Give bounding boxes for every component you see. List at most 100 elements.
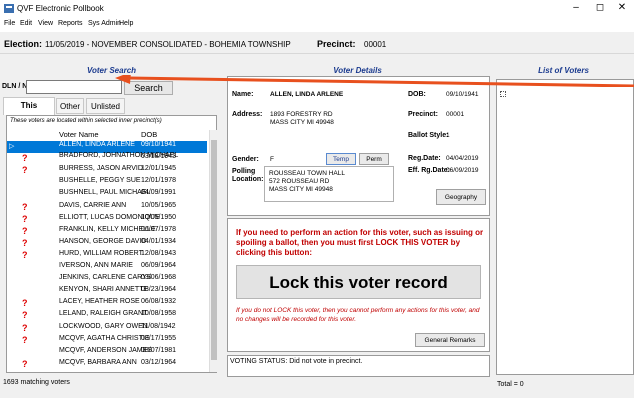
voter-details-box: Name: ALLEN, LINDA ARLENE DOB: 09/10/194…	[227, 76, 490, 216]
list-scrollbar[interactable]	[209, 130, 217, 372]
row-dob: 06/08/1932	[141, 298, 177, 306]
perm-button[interactable]: Perm	[359, 153, 389, 165]
table-row[interactable]: ? BURRESS, JASON ARVID 12/01/1945	[7, 165, 207, 177]
row-dob: 12/01/1945	[141, 165, 177, 173]
menu-bar: File Edit View Reports Sys Admin Help	[0, 18, 634, 32]
title-bar: QVF Electronic Pollbook – ◻ ✕	[0, 0, 634, 18]
row-dob: 04/09/1991	[141, 189, 177, 197]
question-flag-icon: ?	[22, 153, 28, 164]
close-button[interactable]: ✕	[614, 2, 630, 13]
row-dob: 06/07/1978	[141, 225, 177, 233]
table-row[interactable]: BUSHELLE, PEGGY SUE 12/01/1978	[7, 177, 207, 189]
table-row[interactable]: ? MCQVF, AGATHA CHRISTIE 08/17/1955	[7, 335, 207, 347]
election-label: Election:	[4, 39, 43, 49]
table-row[interactable]: ? MCQVF, BARBARA ANN 03/12/1964	[7, 359, 207, 371]
row-dob: 06/09/1964	[141, 262, 177, 269]
table-row[interactable]: ? LACEY, HEATHER ROSE 06/08/1932	[7, 298, 207, 310]
ballot-style-value: 1	[446, 132, 450, 139]
lock-voter-record-button[interactable]: Lock this voter record	[236, 265, 481, 299]
scrollbar-thumb[interactable]	[211, 140, 217, 360]
row-dob: 10/08/1958	[141, 310, 177, 318]
row-dob: 03/18/1943	[141, 153, 177, 161]
row-dob: 08/23/1964	[141, 286, 177, 294]
general-remarks-button[interactable]: General Remarks	[415, 333, 485, 347]
row-dob: 11/08/1942	[141, 322, 176, 330]
app-icon	[4, 4, 14, 13]
address-line1: 1893 FORESTRY RD	[270, 111, 333, 118]
col-dob[interactable]: DOB	[141, 130, 157, 140]
table-row[interactable]: ? HANSON, GEORGE DAVID 04/01/1934	[7, 238, 207, 250]
voters-total: Total = 0	[497, 381, 524, 388]
row-dob: 08/07/1981	[141, 346, 177, 354]
minimize-button[interactable]: –	[568, 2, 584, 13]
polling-line1: ROUSSEAU TOWN HALL	[269, 170, 345, 177]
gender-value: F	[270, 156, 274, 163]
row-dob: 08/17/1955	[141, 334, 177, 342]
question-flag-icon: ?	[22, 249, 28, 260]
lock-notice-text: If you do not LOCK this voter, then you …	[236, 307, 480, 323]
question-flag-icon: ?	[22, 310, 28, 321]
col-voter-name[interactable]: Voter Name	[59, 130, 99, 140]
table-row[interactable]: ? HURD, WILLIAM ROBERT 12/08/1943	[7, 250, 207, 262]
row-pointer-icon: ▷	[9, 143, 15, 150]
lock-warning-text: If you need to perform an action for thi…	[236, 228, 484, 257]
matching-count: 1693 matching voters	[3, 379, 70, 386]
table-row[interactable]: IVERSON, ANN MARIE 06/09/1964	[7, 262, 207, 274]
annotation-arrow-icon	[115, 75, 634, 87]
row-dob: 03/12/1964	[141, 358, 177, 366]
polling-line2: 572 ROUSSEAU RD	[269, 178, 330, 185]
list-focus-marker	[500, 91, 506, 97]
question-flag-icon: ?	[22, 213, 28, 224]
search-input[interactable]	[26, 80, 122, 94]
polling-label: Polling	[232, 168, 256, 175]
menu-help[interactable]: Help	[119, 20, 133, 27]
table-row[interactable]: ? BRADFORD, JOHNATHON MICHAEL 03/18/1943	[7, 152, 207, 165]
question-flag-icon: ?	[22, 201, 28, 212]
tab-this-precinct[interactable]: This Precinct	[3, 97, 55, 125]
voting-status: VOTING STATUS: Did not vote in precinct.	[227, 355, 490, 377]
question-flag-icon: ?	[22, 165, 28, 176]
table-row[interactable]: ? ELLIOTT, LUCAS DOMONIQUE 10/05/1950	[7, 214, 207, 226]
temp-button[interactable]: Temp	[326, 153, 356, 165]
table-row[interactable]: MCQVF, ANDERSON JAMES 08/07/1981	[7, 347, 207, 359]
eff-reg-date-value: 06/09/2019	[446, 167, 479, 174]
tab-unlisted[interactable]: Unlisted	[86, 98, 125, 114]
table-row[interactable]: BUSHNELL, PAUL MICHAEL 04/09/1991	[7, 189, 207, 201]
question-flag-icon: ?	[22, 225, 28, 236]
reg-date-label: Reg.Date:	[408, 155, 441, 162]
precinct-label: Precinct:	[317, 39, 356, 49]
menu-reports[interactable]: Reports	[58, 20, 83, 27]
menu-sys-admin[interactable]: Sys Admin	[88, 20, 121, 27]
address-line2: MASS CITY MI 49948	[270, 119, 334, 126]
row-dob: 10/05/1965	[141, 201, 177, 209]
voter-list: These voters are located within selected…	[6, 115, 217, 373]
tab-other[interactable]: Other	[56, 98, 84, 114]
question-flag-icon: ?	[22, 322, 28, 333]
name-value: ALLEN, LINDA ARLENE	[270, 91, 344, 98]
precinct-detail-label: Precinct:	[408, 111, 438, 118]
table-row[interactable]: ? FRANKLIN, KELLY MICHELLE 06/07/1978	[7, 226, 207, 238]
table-row[interactable]: JENKINS, CARLENE CARYS 03/06/1968	[7, 274, 207, 286]
voter-rows: ▷ ALLEN, LINDA ARLENE 09/10/1941? BRADFORD,…	[7, 141, 207, 371]
question-flag-icon: ?	[22, 358, 28, 369]
row-dob: 12/08/1943	[141, 249, 177, 257]
maximize-button[interactable]: ◻	[592, 2, 608, 13]
menu-edit[interactable]: Edit	[20, 20, 32, 27]
precinct-value: 00001	[364, 40, 387, 49]
table-row[interactable]: ? DAVIS, CARRIE ANN 10/05/1965	[7, 202, 207, 214]
question-flag-icon: ?	[22, 298, 28, 309]
precinct-detail-value: 00001	[446, 111, 465, 118]
table-row[interactable]: ? LELAND, RALEIGH GRANT 10/08/1958	[7, 310, 207, 322]
list-of-voters-box[interactable]	[496, 79, 634, 375]
row-dob: 04/01/1934	[141, 237, 177, 245]
geography-button[interactable]: Geography	[436, 189, 486, 205]
table-row[interactable]: ? LOCKWOOD, GARY OWEN 11/08/1942	[7, 323, 207, 335]
menu-file[interactable]: File	[4, 20, 15, 27]
menu-view[interactable]: View	[38, 20, 53, 27]
question-flag-icon: ?	[22, 237, 28, 248]
question-flag-icon: ?	[22, 334, 28, 345]
dob-value: 09/10/1941	[446, 91, 479, 98]
row-dob: 09/10/1941	[141, 141, 177, 148]
polling-line3: MASS CITY MI 49948	[269, 186, 333, 193]
table-row[interactable]: KENYON, SHARI ANNETTE 08/23/1964	[7, 286, 207, 298]
